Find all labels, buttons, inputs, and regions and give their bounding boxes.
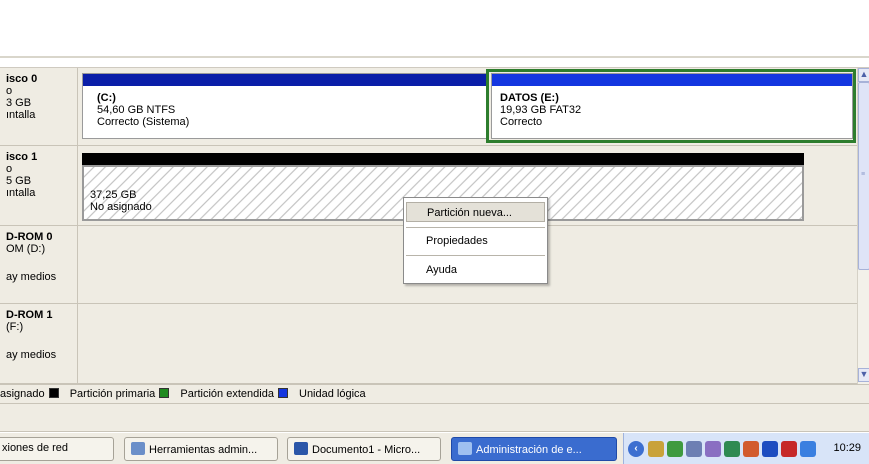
partition-c-health: Correcto (Sistema)	[97, 116, 190, 128]
legend-unallocated: asignado	[0, 388, 63, 400]
unallocated-label: No asignado	[90, 201, 152, 213]
cdrom-1-area	[79, 304, 857, 383]
cdrom-0-status: ay medios	[6, 271, 57, 283]
disk-0-label[interactable]: isco 0 o 3 GB ıntalla	[0, 68, 78, 145]
disk-0-type: o	[6, 85, 13, 97]
disk-0-name: isco 0	[6, 73, 38, 85]
disk-0-status: ıntalla	[6, 109, 36, 121]
menu-new-partition[interactable]: Partición nueva...	[406, 202, 545, 222]
volume-icon[interactable]	[800, 441, 816, 457]
legend-swatch-black	[48, 388, 59, 398]
task-network-label: xiones de red	[2, 442, 69, 454]
cdrom-1-drive: (F:)	[6, 321, 24, 333]
clock[interactable]: 10:29	[833, 442, 861, 454]
legend-extended: Partición extendida	[180, 388, 292, 400]
disk-0-size: 3 GB	[6, 97, 32, 109]
show-hidden-icons-icon[interactable]: ‹	[628, 441, 644, 457]
selected-partition-outline	[486, 69, 856, 143]
scroll-down-arrow-icon[interactable]: ▼	[858, 368, 869, 382]
menu-separator	[406, 227, 545, 228]
disk-1-size: 5 GB	[6, 175, 32, 187]
bluetooth-icon[interactable]	[762, 441, 778, 457]
disk-0-row: isco 0 o 3 GB ıntalla (C:) 54,60 GB NTFS…	[0, 68, 857, 146]
upper-pane-gap	[0, 58, 869, 68]
cdrom-1-status: ay medios	[6, 349, 57, 361]
word-document-icon	[294, 442, 308, 455]
unallocated-size: 37,25 GB	[90, 189, 137, 201]
partition-c-title: (C:)	[97, 92, 116, 104]
task-management-label: Administración de e...	[476, 444, 582, 456]
task-computer-management[interactable]: Administración de e...	[451, 437, 617, 461]
disk-1-label[interactable]: isco 1 o 5 GB ıntalla	[0, 146, 78, 225]
task-admin-tools[interactable]: Herramientas admin...	[124, 437, 278, 461]
cdrom-1-name: D-ROM 1	[6, 309, 53, 321]
disk-0-partitions: (C:) 54,60 GB NTFS Correcto (Sistema) DA…	[79, 68, 857, 145]
disk-1-name: isco 1	[6, 151, 38, 163]
partition-c-size: 54,60 GB NTFS	[97, 104, 176, 116]
cdrom-0-label[interactable]: D-ROM 0 OM (D:) ay medios	[0, 226, 78, 303]
legend-swatch-green	[159, 388, 170, 398]
task-word-document[interactable]: Documento1 - Micro...	[287, 437, 441, 461]
legend-bar: asignado Partición primaria Partición ex…	[0, 384, 869, 404]
menu-properties[interactable]: Propiedades	[406, 231, 545, 251]
legend-logical: Unidad lógica	[299, 388, 366, 400]
security-icon[interactable]	[724, 441, 740, 457]
disk-1-type: o	[6, 163, 13, 175]
disk-1-status: ıntalla	[6, 187, 36, 199]
cdrom-0-name: D-ROM 0	[6, 231, 53, 243]
partition-c-bar	[83, 74, 487, 86]
task-admin-label: Herramientas admin...	[149, 444, 258, 456]
taskbar: xiones de red Herramientas admin... Docu…	[0, 432, 869, 464]
cdrom-1-label[interactable]: D-ROM 1 (F:) ay medios	[0, 304, 78, 383]
scroll-up-arrow-icon[interactable]: ▲	[858, 68, 869, 82]
system-tray: ‹ 10:29	[623, 433, 869, 464]
task-network-connections[interactable]: xiones de red	[0, 437, 114, 461]
task-word-label: Documento1 - Micro...	[312, 444, 421, 456]
network-signal-icon[interactable]	[667, 441, 683, 457]
cdrom-1-row: D-ROM 1 (F:) ay medios	[0, 304, 857, 384]
admin-tools-icon	[131, 442, 145, 455]
context-menu: Partición nueva... Propiedades Ayuda	[403, 197, 548, 284]
unallocated-bar	[82, 153, 804, 165]
vertical-scrollbar[interactable]: ▲ ≡ ▼	[857, 68, 869, 384]
partition-c[interactable]: (C:) 54,60 GB NTFS Correcto (Sistema)	[82, 73, 488, 139]
scroll-thumb[interactable]: ≡	[858, 82, 869, 270]
network-connection-icon[interactable]	[686, 441, 702, 457]
grip-icon: ≡	[861, 171, 866, 178]
legend-primary: Partición primaria	[70, 388, 174, 400]
tray-app-icon[interactable]	[648, 441, 664, 457]
antivirus-icon[interactable]	[781, 441, 797, 457]
cdrom-0-drive: OM (D:)	[6, 243, 46, 255]
menu-separator	[406, 255, 545, 256]
window-top-blank	[0, 0, 869, 57]
status-bar	[0, 404, 869, 432]
computer-management-icon	[458, 442, 472, 455]
legend-swatch-blue	[277, 388, 288, 398]
menu-help[interactable]: Ayuda	[406, 260, 545, 280]
tray-tool-icon[interactable]	[705, 441, 721, 457]
tray-warning-icon[interactable]	[743, 441, 759, 457]
